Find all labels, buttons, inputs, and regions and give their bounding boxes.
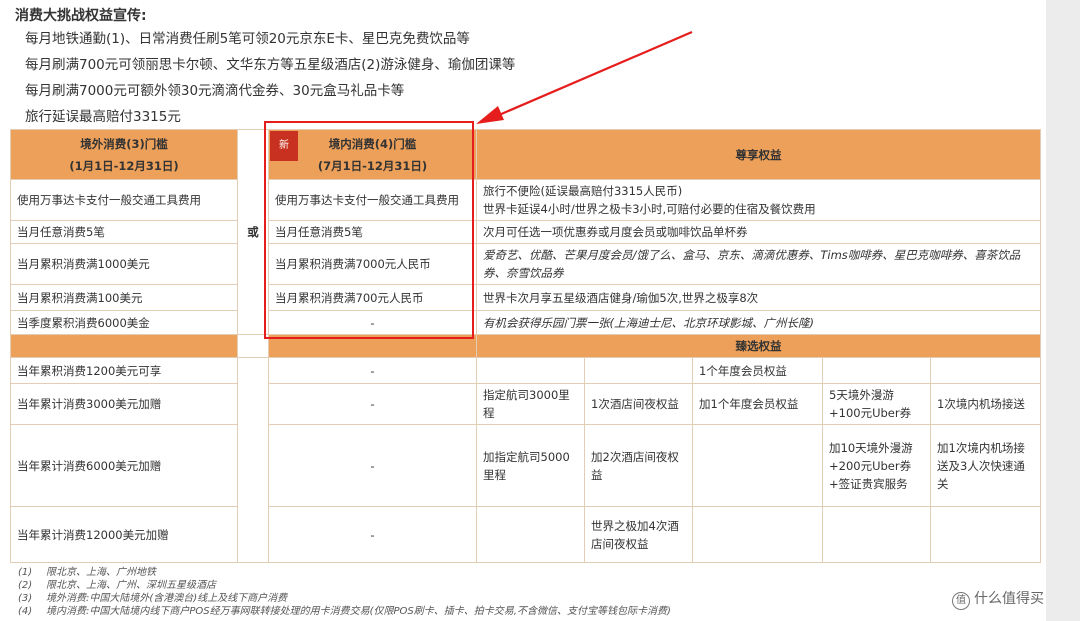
benefit-cell: 世界卡次月享五星级酒店健身/瑜伽5次,世界之极享8次 <box>475 284 1042 311</box>
watermark: 值什么值得买 <box>952 588 1044 610</box>
table-cell: 当月累积消费满1000美元 <box>10 243 238 285</box>
footnote: (1) 限北京、上海、广州地铁 <box>18 567 156 578</box>
select-cell: 加10天境外漫游+200元Uber券+签证贵宾服务 <box>822 424 931 507</box>
benefit-header: 尊享权益 <box>475 129 1042 180</box>
table-cell: 当月累积消费满7000元人民币 <box>268 243 477 285</box>
table-cell: 当月累积消费满100美元 <box>10 284 238 311</box>
select-cell <box>929 357 1042 384</box>
table-cell: - <box>268 506 477 563</box>
new-badge-icon: 新 <box>270 131 298 161</box>
benefit-cell: 爱奇艺、优酷、芒果月度会员/饿了么、盒马、京东、滴滴优惠券、Tims咖啡券、星巴… <box>475 243 1042 285</box>
section-divider <box>268 334 477 358</box>
select-header: 臻选权益 <box>475 334 1042 358</box>
table-cell: 当月任意消费5笔 <box>10 220 238 244</box>
select-cell <box>692 506 823 563</box>
table-cell: 当月累积消费满700元人民币 <box>268 284 477 311</box>
table-cell: - <box>268 383 477 425</box>
footnote: (3) 境外消费:中国大陆境外(含港澳台)线上及线下商户消费 <box>18 593 288 604</box>
gap-cell <box>237 334 269 358</box>
select-cell <box>929 506 1042 563</box>
select-cell: 加2次酒店间夜权益 <box>584 424 693 507</box>
select-cell <box>584 357 693 384</box>
footnotes: (1) 限北京、上海、广州地铁 (2) 限北京、上海、广州、深圳五星级酒店 (3) 境… <box>18 566 1018 618</box>
watermark-text: 什么值得买 <box>974 591 1044 607</box>
section-divider <box>10 334 238 358</box>
select-cell: 1次酒店间夜权益 <box>584 383 693 425</box>
table-cell: 使用万事达卡支付一般交通工具费用 <box>10 179 238 221</box>
select-cell: 世界之极加4次酒店间夜权益 <box>584 506 693 563</box>
benefit-cell: 旅行不便险(延误最高赔付3315人民币) 世界卡延误4小时/世界之极卡3小时,可… <box>475 179 1042 221</box>
or-label: 或 <box>237 129 269 335</box>
benefit-cell: 有机会获得乐园门票一张(上海迪士尼、北京环球影城、广州长隆) <box>475 310 1042 335</box>
select-cell <box>822 506 931 563</box>
domestic-header: 境内消费(4)门槛 (7月1日-12月31日) <box>268 129 477 180</box>
benefit-cell: 次月可任选一项优惠券或月度会员或咖啡饮品单杯券 <box>475 220 1042 244</box>
red-arrow-icon <box>476 30 693 124</box>
select-cell <box>822 357 931 384</box>
table-cell: 使用万事达卡支付一般交通工具费用 <box>268 179 477 221</box>
select-cell: 1次境内机场接送 <box>929 383 1042 425</box>
table-cell: 当季度累积消费6000美金 <box>10 310 238 335</box>
table-cell: 当年累计消费6000美元加赠 <box>10 424 238 507</box>
benefits-table: 境外消费(3)门槛 (1月1日-12月31日) 或 境内消费(4)门槛 (7月1… <box>10 129 1042 563</box>
select-cell: 加1个年度会员权益 <box>692 383 823 425</box>
table-cell: 当月任意消费5笔 <box>268 220 477 244</box>
table-cell: 当年累计消费3000美元加赠 <box>10 383 238 425</box>
table-cell: 当年累计消费12000美元加赠 <box>10 506 238 563</box>
watermark-logo-icon: 值 <box>952 592 970 610</box>
select-cell: 5天境外漫游+100元Uber券 <box>822 383 931 425</box>
select-cell: 加指定航司5000里程 <box>476 424 585 507</box>
select-cell: 1个年度会员权益 <box>692 357 823 384</box>
select-cell: 指定航司3000里程 <box>476 383 585 425</box>
footnote: (2) 限北京、上海、广州、深圳五星级酒店 <box>18 580 216 591</box>
table-cell: - <box>268 310 477 335</box>
table-cell: - <box>268 357 477 384</box>
select-cell <box>476 506 585 563</box>
table-cell: 当年累积消费1200美元可享 <box>10 357 238 384</box>
footnote: (4) 境内消费:中国大陆境内线下商户POS经万事网联转接处理的用卡消费交易(仅限… <box>18 606 671 617</box>
table-cell: - <box>268 424 477 507</box>
right-margin-strip <box>1046 0 1080 621</box>
select-cell: 加1次境内机场接送及3人次快速通关 <box>929 424 1042 507</box>
overseas-header: 境外消费(3)门槛 (1月1日-12月31日) <box>10 129 238 180</box>
select-cell <box>476 357 585 384</box>
gap-cell <box>237 357 269 563</box>
select-cell <box>692 424 823 507</box>
